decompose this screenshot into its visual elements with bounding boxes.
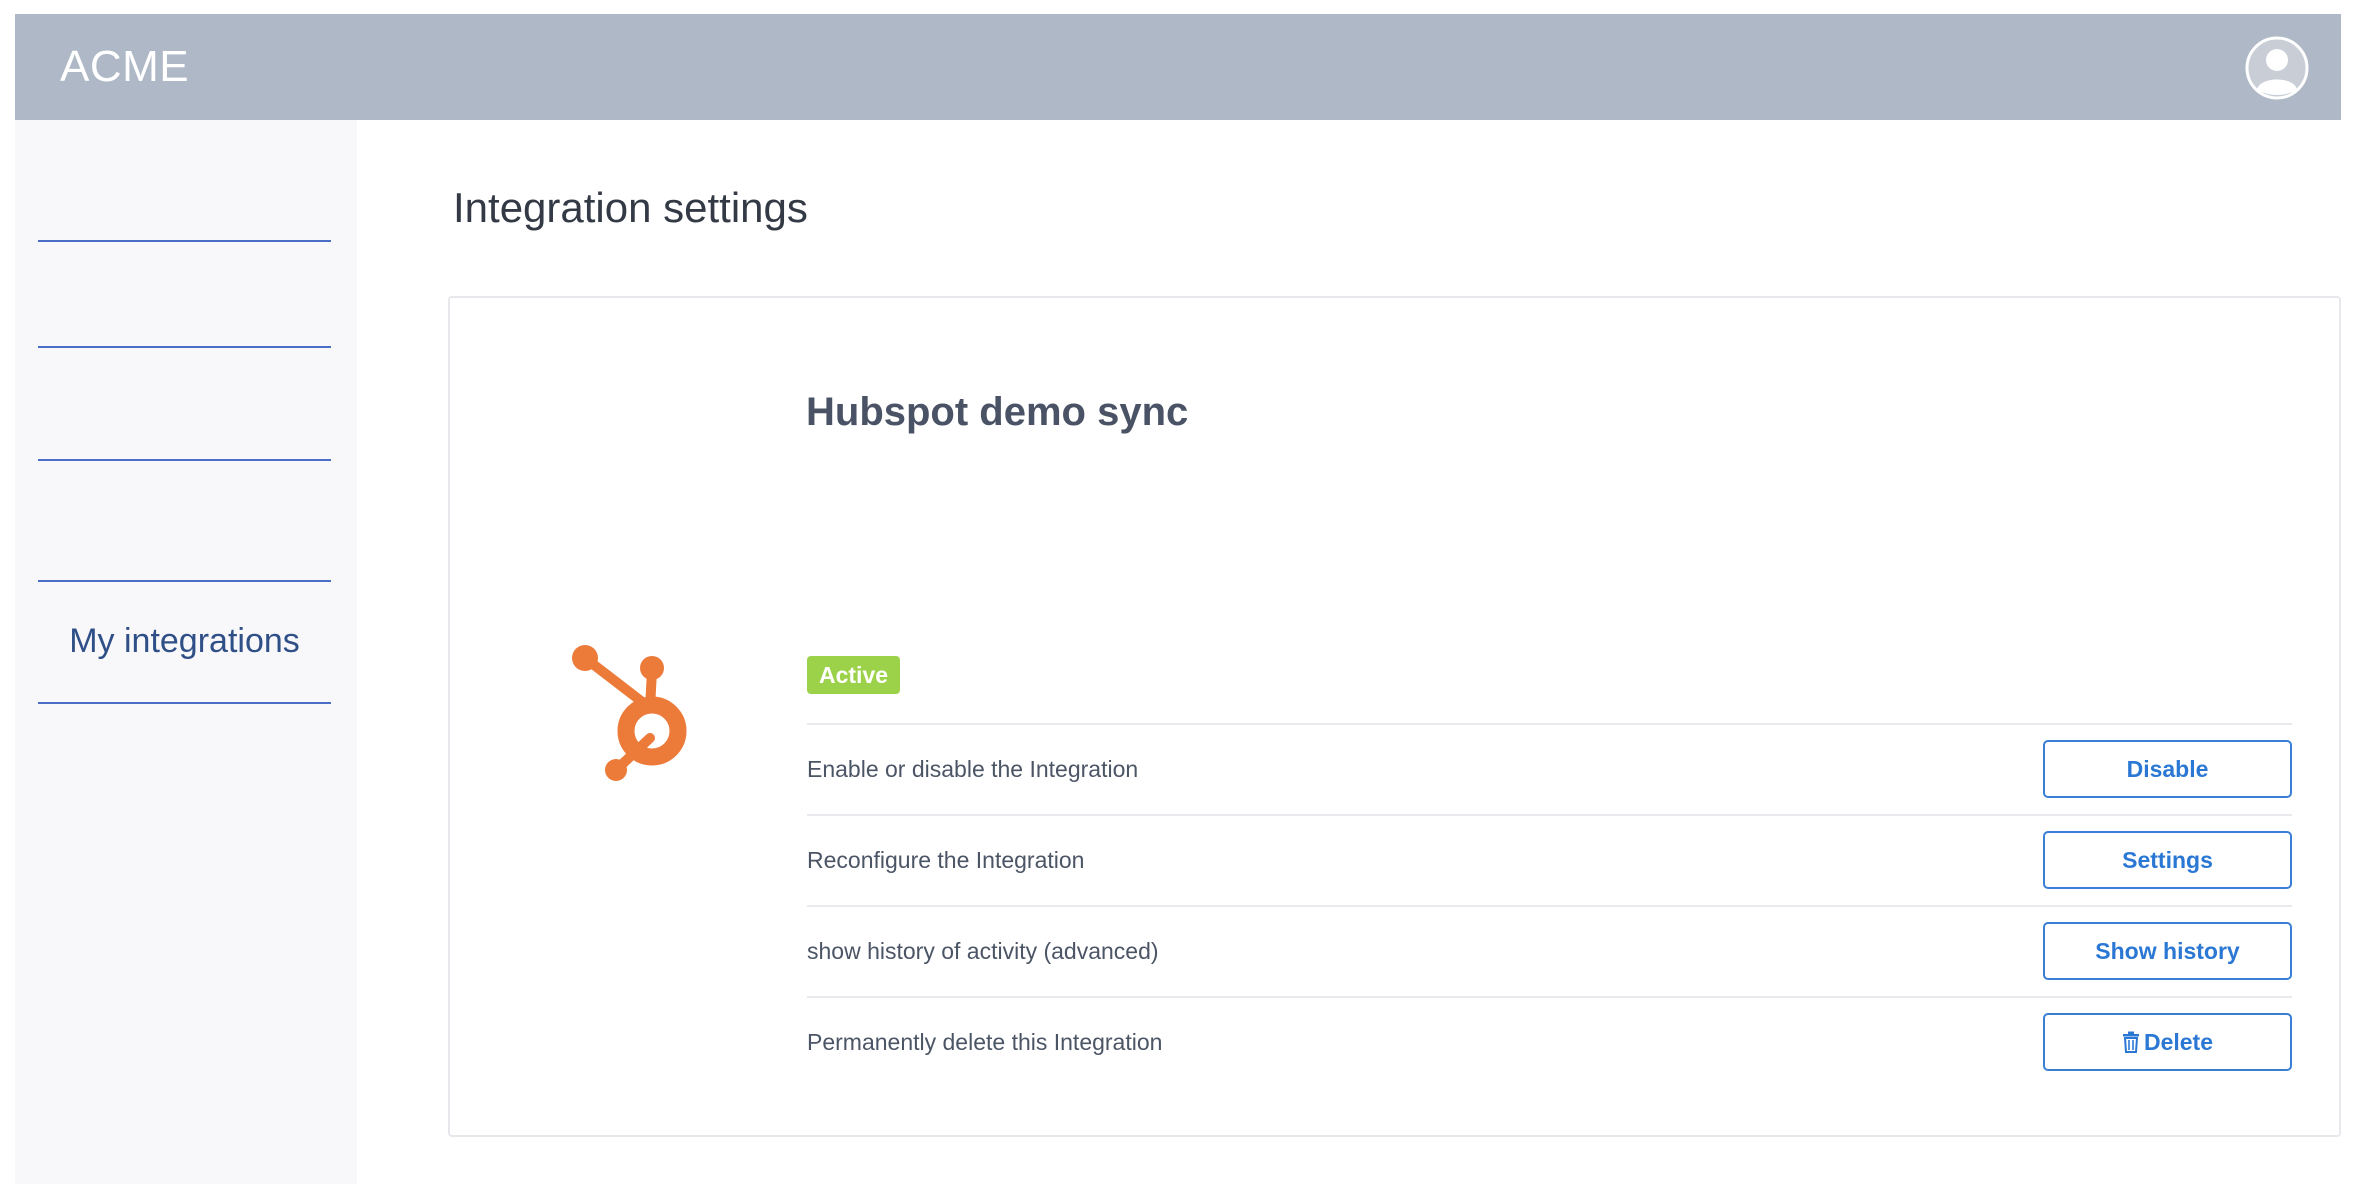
settings-row-delete: Permanently delete this Integration Dele… xyxy=(807,996,2292,1087)
trash-icon xyxy=(2122,1018,2140,1072)
integration-name: Hubspot demo sync xyxy=(806,390,1189,434)
sidebar-item-5-divider xyxy=(38,702,331,704)
brand-logo[interactable]: ACME xyxy=(60,14,189,120)
show-history-button[interactable]: Show history xyxy=(2043,922,2292,980)
disable-button[interactable]: Disable xyxy=(2043,740,2292,798)
row-label: show history of activity (advanced) xyxy=(807,938,1159,964)
settings-row-enable: Enable or disable the Integration Disabl… xyxy=(807,723,2292,814)
hubspot-logo-icon xyxy=(560,638,710,788)
sidebar-item-3-divider xyxy=(38,459,331,461)
settings-row-reconfigure: Reconfigure the Integration Settings xyxy=(807,814,2292,905)
user-avatar-icon[interactable] xyxy=(2245,36,2309,100)
top-bar: ACME xyxy=(15,14,2341,120)
integration-card: Hubspot demo sync Active Enable or disab… xyxy=(448,296,2341,1137)
row-label: Permanently delete this Integration xyxy=(807,1029,1163,1055)
sidebar-item-4-divider xyxy=(38,580,331,582)
settings-button[interactable]: Settings xyxy=(2043,831,2292,889)
settings-row-history: show history of activity (advanced) Show… xyxy=(807,905,2292,996)
page-title: Integration settings xyxy=(453,184,808,231)
delete-button-label: Delete xyxy=(2143,1029,2214,1055)
sidebar-item-1-divider xyxy=(38,240,331,242)
sidebar: My integrations xyxy=(15,120,357,1184)
status-badge: Active xyxy=(807,656,901,694)
sidebar-item-my-integrations[interactable]: My integrations xyxy=(38,622,331,661)
row-label: Enable or disable the Integration xyxy=(807,756,1139,782)
delete-button[interactable]: Delete xyxy=(2043,1013,2292,1071)
sidebar-item-2-divider xyxy=(38,346,331,348)
row-label: Reconfigure the Integration xyxy=(807,847,1085,873)
app-window: ACME My integrations Integration setting… xyxy=(15,14,2341,1184)
